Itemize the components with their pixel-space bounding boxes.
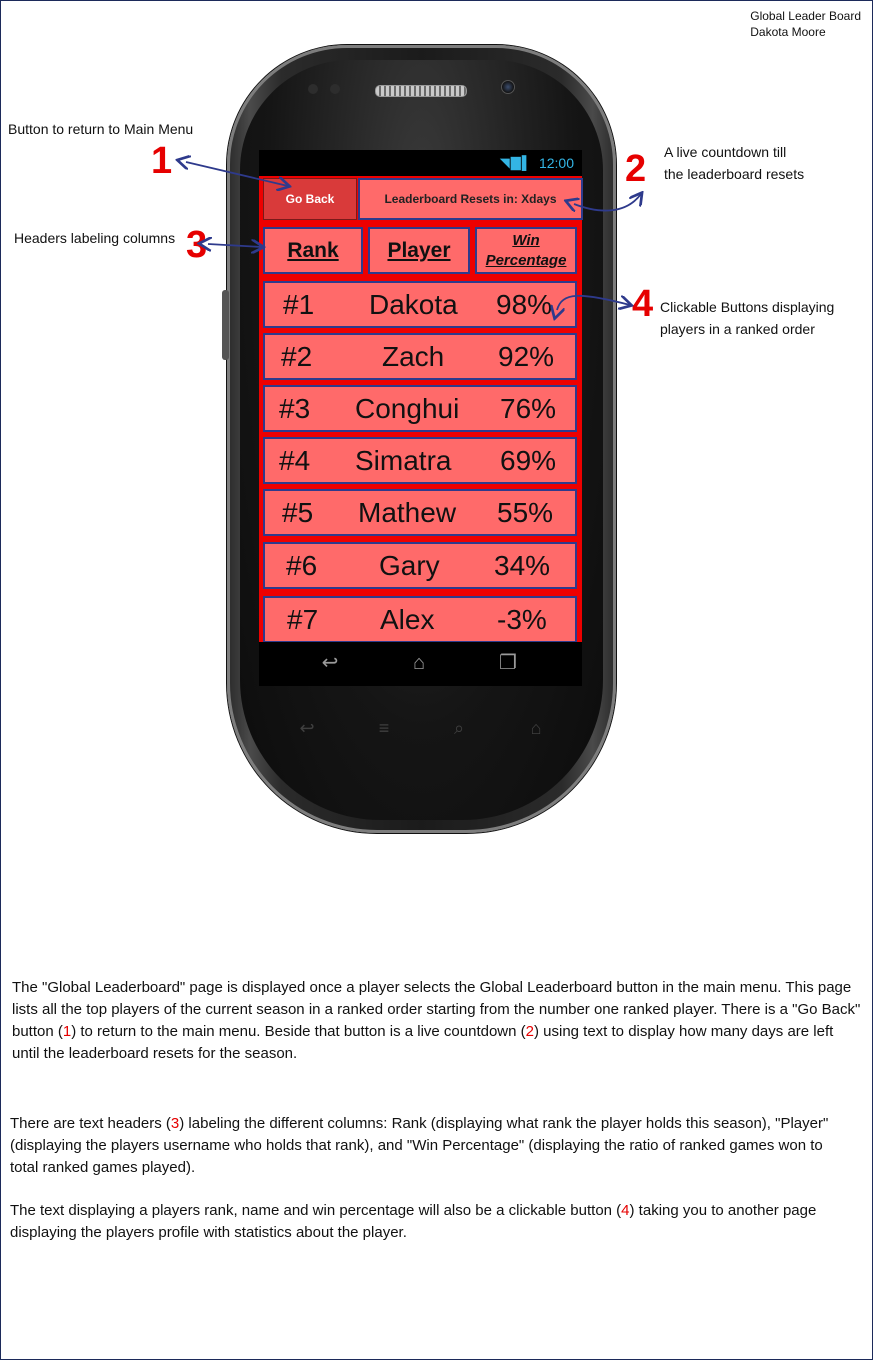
description-paragraph-1: The "Global Leaderboard" page is display… [12,977,862,1065]
desc-ref-3: 3 [170,1115,180,1132]
arrow-1 [186,162,288,186]
desc-text: ) to return to the main menu. Beside tha… [71,1023,526,1040]
desc-ref-2: 2 [525,1023,534,1040]
desc-ref-4: 4 [621,1202,630,1219]
desc-ref-1: 1 [62,1023,72,1040]
arrow-2 [574,194,641,211]
desc-text: The text displaying a players rank, name… [10,1202,622,1219]
arrow-4 [557,294,630,310]
description-paragraph-2: There are text headers (3) labeling the … [10,1113,840,1179]
description-paragraph-3: The text displaying a players rank, name… [10,1200,840,1244]
desc-text: There are text headers ( [10,1115,171,1132]
arrow-3 [208,244,262,247]
